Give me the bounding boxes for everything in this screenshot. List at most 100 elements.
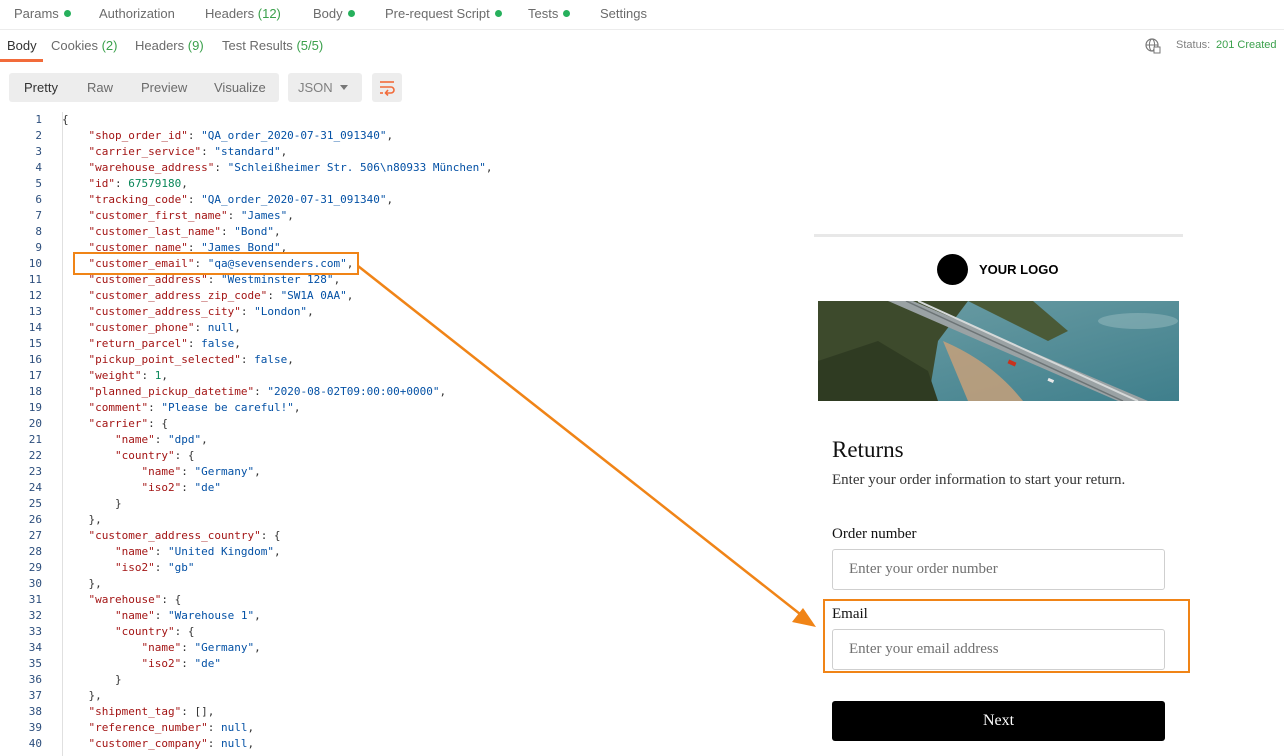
tab-label: Params [14, 6, 59, 21]
tab-authorization[interactable]: Authorization [99, 6, 175, 21]
line-number: 24 [28, 481, 42, 494]
preview-button[interactable]: Preview [141, 80, 187, 95]
code-line: 12 "customer_address_zip_code": "SW1A 0A… [0, 288, 800, 304]
line-number: 25 [28, 497, 42, 510]
code-line: 33 "country": { [0, 624, 800, 640]
code-text: "name": "Germany", [141, 641, 261, 654]
tab-label: Test Results [222, 38, 293, 53]
tab-count: (5/5) [296, 38, 324, 53]
tab-label: Headers [205, 6, 255, 21]
code-text: "country": { [114, 449, 195, 462]
code-line: 35 "iso2": "de" [0, 656, 800, 672]
line-number: 26 [28, 513, 42, 526]
tab-label: Tests [528, 6, 559, 21]
format-select[interactable]: JSON [288, 73, 362, 102]
line-number: 29 [28, 561, 42, 574]
tab-label: Body [7, 38, 37, 53]
tab-settings[interactable]: Settings [600, 6, 647, 21]
tab-params[interactable]: Params [14, 6, 71, 21]
line-number: 5 [35, 177, 42, 190]
tab-response-headers[interactable]: Headers (9) [135, 38, 204, 53]
code-text: "name": "Germany", [141, 465, 261, 478]
status-dot-icon [494, 10, 502, 17]
visualize-button[interactable]: Visualize [214, 80, 266, 95]
order-number-label: Order number [832, 526, 917, 542]
code-line: 24 "iso2": "de" [0, 480, 800, 496]
code-line: 3 "carrier_service": "standard", [0, 144, 800, 160]
tab-body[interactable]: Body [313, 6, 355, 21]
line-number: 37 [28, 689, 42, 702]
code-text: "comment": "Please be careful!", [88, 401, 301, 414]
line-number: 34 [28, 641, 42, 654]
email-field-highlight-box [823, 599, 1190, 673]
tab-tests[interactable]: Tests [528, 6, 571, 21]
line-number: 21 [28, 433, 42, 446]
code-text: "customer_address_zip_code": "SW1A 0AA", [88, 289, 354, 302]
tab-cookies[interactable]: Cookies (2) [51, 38, 117, 53]
line-number: 10 [28, 257, 42, 270]
hero-image [818, 301, 1179, 401]
code-text: "customer_phone": null, [88, 321, 241, 334]
code-text: "iso2": "gb" [114, 561, 195, 574]
code-line: 7 "customer_first_name": "James", [0, 208, 800, 224]
line-number: 27 [28, 529, 42, 542]
code-text: "warehouse": { [88, 593, 182, 606]
order-number-input[interactable] [832, 549, 1165, 590]
code-line: 23 "name": "Germany", [0, 464, 800, 480]
code-line: 29 "iso2": "gb" [0, 560, 800, 576]
status-value: 201 Created [1216, 39, 1277, 51]
code-line: 21 "name": "dpd", [0, 432, 800, 448]
chevron-down-icon [340, 85, 348, 90]
code-line: 25 } [0, 496, 800, 512]
code-line: 26 }, [0, 512, 800, 528]
code-text: "carrier": { [88, 417, 168, 430]
code-text: "pickup_point_selected": false, [88, 353, 294, 366]
code-text: "weight": 1, [88, 369, 168, 382]
code-text: "warehouse_address": "Schleißheimer Str.… [88, 161, 493, 174]
line-number: 13 [28, 305, 42, 318]
line-number: 1 [35, 113, 42, 126]
tab-headers[interactable]: Headers (12) [205, 6, 281, 21]
line-number: 22 [28, 449, 42, 462]
line-number: 23 [28, 465, 42, 478]
code-text: "customer_company": null, [88, 737, 255, 750]
line-number: 33 [28, 625, 42, 638]
line-number: 28 [28, 545, 42, 558]
code-line: 40 "customer_company": null, [0, 736, 800, 752]
code-text: "name": "dpd", [114, 433, 208, 446]
response-json-viewer[interactable]: 1{2 "shop_order_id": "QA_order_2020-07-3… [0, 112, 800, 756]
line-number: 30 [28, 577, 42, 590]
code-line: 34 "name": "Germany", [0, 640, 800, 656]
line-number: 31 [28, 593, 42, 606]
raw-button[interactable]: Raw [87, 80, 113, 95]
tab-test-results[interactable]: Test Results (5/5) [222, 38, 323, 53]
code-line: 14 "customer_phone": null, [0, 320, 800, 336]
code-line: 27 "customer_address_country": { [0, 528, 800, 544]
line-number: 15 [28, 337, 42, 350]
code-line: 1{ [0, 112, 800, 128]
next-button[interactable]: Next [832, 701, 1165, 741]
code-line: 8 "customer_last_name": "Bond", [0, 224, 800, 240]
tab-count: (9) [187, 38, 204, 53]
line-number: 11 [28, 273, 42, 286]
pretty-button[interactable]: Pretty [24, 80, 58, 95]
line-number: 19 [28, 401, 42, 414]
tab-count: (2) [101, 38, 118, 53]
code-line: 20 "carrier": { [0, 416, 800, 432]
wrap-lines-button[interactable] [372, 73, 402, 102]
tab-label: Body [313, 6, 343, 21]
line-number: 38 [28, 705, 42, 718]
tab-response-body[interactable]: Body [7, 38, 37, 53]
tab-pre-request-script[interactable]: Pre-request Script [385, 6, 502, 21]
line-number: 7 [35, 209, 42, 222]
code-line: 17 "weight": 1, [0, 368, 800, 384]
status-dot-icon [347, 10, 355, 17]
line-number: 20 [28, 417, 42, 430]
code-line: 13 "customer_address_city": "London", [0, 304, 800, 320]
code-text: "customer_last_name": "Bond", [88, 225, 281, 238]
code-text: }, [62, 689, 102, 702]
globe-icon[interactable] [1145, 38, 1161, 54]
response-tabs: Body Cookies (2) Headers (9) Test Result… [0, 30, 1284, 62]
code-text: "iso2": "de" [141, 657, 221, 670]
code-line: 15 "return_parcel": false, [0, 336, 800, 352]
